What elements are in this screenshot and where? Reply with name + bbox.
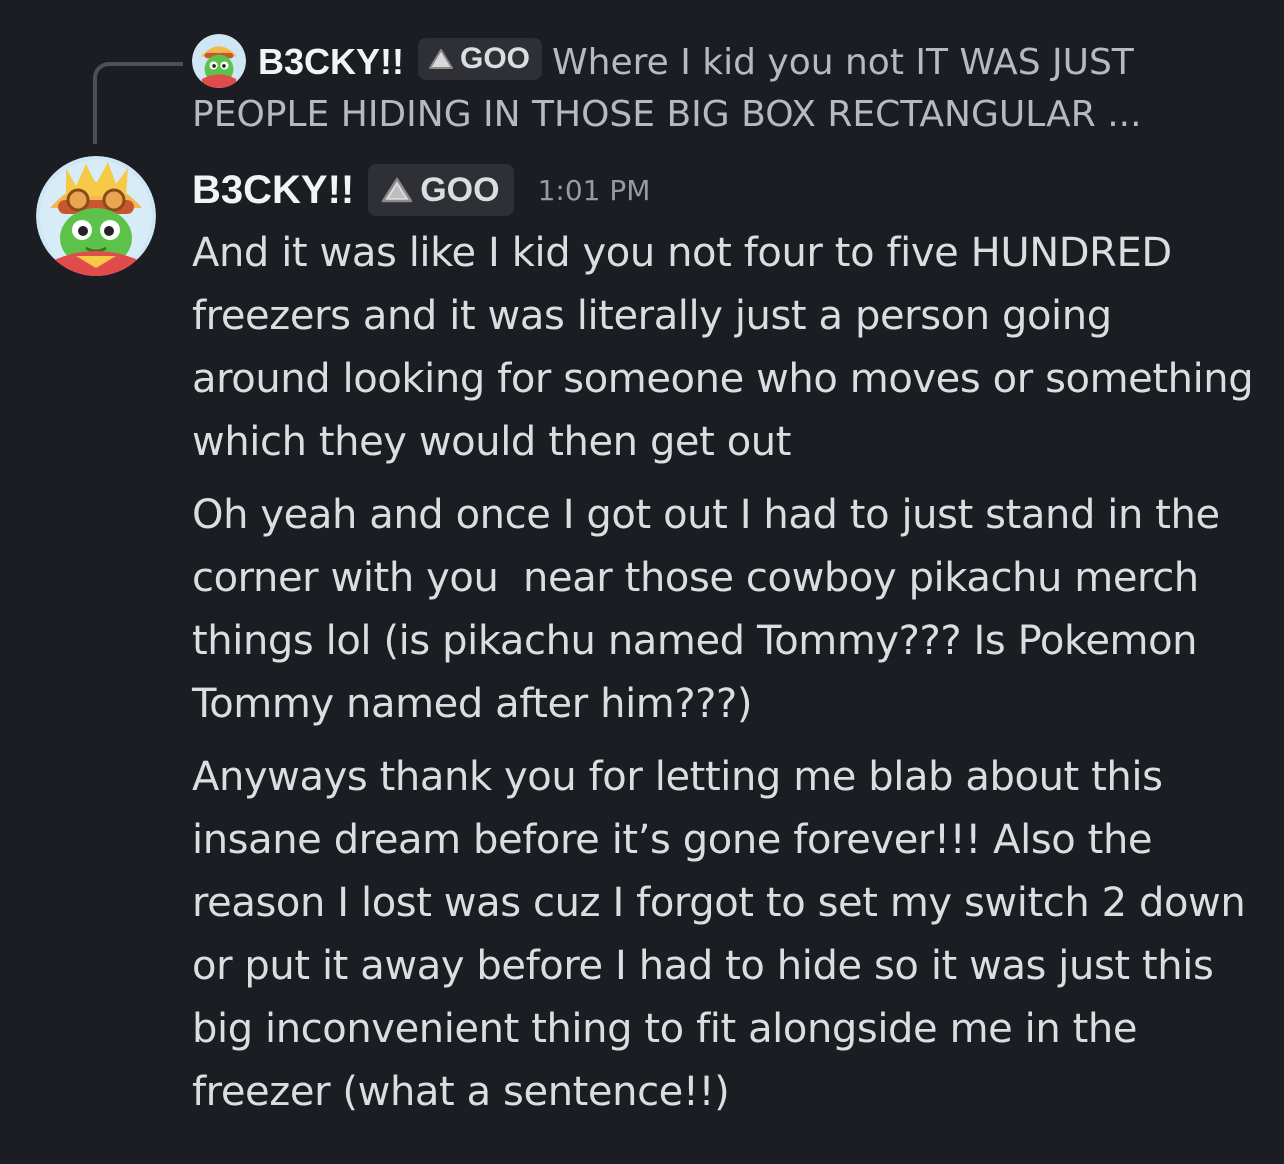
reply-connector-line [93,62,183,144]
guild-tag[interactable]: GOO [368,164,514,216]
tag-label: GOO [420,170,500,209]
goo-blob-icon [381,177,413,203]
reply-author-name[interactable]: B3CKY!! [258,41,404,82]
message-timestamp[interactable]: 1:01 PM [538,174,651,207]
message-text-1: And it was like I kid you not four to fi… [192,230,1266,465]
reply-preview[interactable]: B3CKY!! GOO Where I kid you not IT WAS JUS… [192,34,1252,141]
reply-guild-tag[interactable]: GOO [418,38,543,80]
author-avatar[interactable] [36,156,156,276]
message-text-2: Oh yeah and once I got out I had to just… [192,492,1233,727]
message-header: B3CKY!! GOO 1:01 PM [192,160,650,220]
reply-author-avatar[interactable] [192,34,246,88]
author-name[interactable]: B3CKY!! [192,168,354,213]
message-text-3: Anyways thank you for letting me blab ab… [192,754,1258,1115]
reply-tag-label: GOO [460,42,531,75]
message-group: And it was like I kid you not four to fi… [192,222,1262,1134]
goo-blob-icon [429,49,454,69]
